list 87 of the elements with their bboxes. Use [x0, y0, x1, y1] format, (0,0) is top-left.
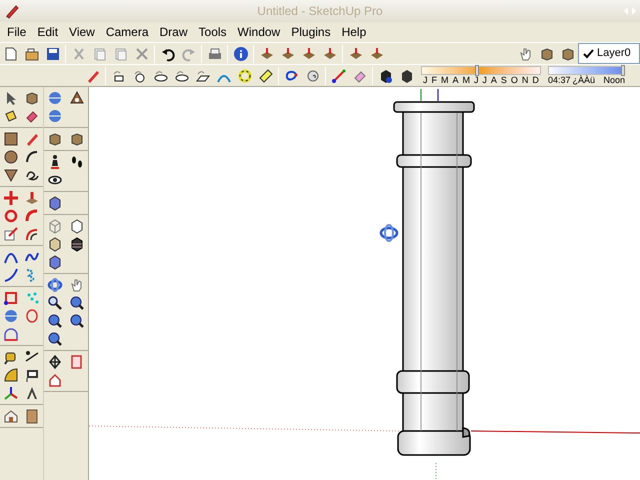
tag-icon[interactable]: [258, 68, 274, 84]
menu-item[interactable]: Tools: [194, 23, 232, 41]
rotate-icon[interactable]: [2, 208, 18, 224]
window-title: Untitled - SketchUp Pro: [257, 3, 383, 20]
date-slider[interactable]: [421, 66, 541, 74]
month-label: S: [500, 74, 507, 86]
scale-icon[interactable]: [2, 226, 18, 242]
month-label: A: [452, 74, 458, 86]
shape-icon[interactable]: [68, 90, 84, 106]
pencil-icon[interactable]: [24, 131, 40, 147]
menu-item[interactable]: File: [2, 23, 32, 41]
polygon-icon[interactable]: [2, 167, 18, 183]
menu-item[interactable]: Edit: [32, 23, 64, 41]
month-label: M: [462, 74, 470, 86]
circle-icon[interactable]: [2, 149, 18, 165]
push-pull-icon[interactable]: [24, 190, 40, 206]
protractor-icon[interactable]: [2, 367, 18, 383]
axes-icon[interactable]: [2, 385, 18, 401]
month-label: J: [482, 74, 487, 86]
box-arrow-icon[interactable]: [300, 46, 316, 62]
house-icon[interactable]: [2, 408, 18, 424]
offset-icon[interactable]: [24, 226, 40, 242]
month-label: J: [423, 74, 428, 86]
arch-icon[interactable]: [2, 326, 18, 342]
menu-item[interactable]: Help: [336, 23, 372, 41]
zoom-extents-icon[interactable]: [46, 313, 62, 329]
month-label: O: [510, 74, 518, 86]
cube-icon[interactable]: [46, 254, 62, 270]
print-icon[interactable]: [206, 46, 222, 62]
shaded-cube-icon[interactable]: [46, 236, 62, 252]
globe-icon[interactable]: [46, 90, 62, 106]
zoom-extents-icon[interactable]: [68, 313, 84, 329]
globe-icon[interactable]: [2, 308, 18, 324]
box-arrow-icon[interactable]: [368, 46, 384, 62]
menu-item[interactable]: Window: [232, 23, 286, 41]
hand-icon[interactable]: [518, 46, 534, 62]
zoom-extents-icon[interactable]: [46, 331, 62, 347]
time-slider[interactable]: [548, 66, 625, 74]
box-arrow-icon[interactable]: [258, 46, 274, 62]
zoom-icon[interactable]: [46, 295, 62, 311]
box-arrow-icon[interactable]: [280, 46, 296, 62]
text-label-icon[interactable]: [24, 367, 40, 383]
box-arrow-icon[interactable]: [322, 46, 338, 62]
menu-item[interactable]: Camera: [100, 23, 154, 41]
cube-icon[interactable]: [46, 195, 62, 211]
menu-item[interactable]: Plugins: [286, 23, 336, 41]
orbit-cursor-icon: [380, 224, 398, 242]
slider-thumb[interactable]: [475, 64, 480, 76]
line-icon[interactable]: [330, 68, 346, 84]
zoom-extents-icon[interactable]: [68, 295, 84, 311]
textured-cube-icon[interactable]: [68, 236, 84, 252]
month-label: A: [490, 74, 497, 86]
month-label: J: [474, 74, 478, 86]
arc-icon[interactable]: [24, 149, 40, 165]
follow-me-icon[interactable]: [24, 208, 40, 224]
new-file-icon[interactable]: [2, 46, 18, 62]
month-label: D: [532, 74, 539, 86]
paint-bucket-icon[interactable]: [2, 108, 18, 124]
move-icon[interactable]: [2, 190, 18, 206]
menu-item[interactable]: Draw: [154, 23, 193, 41]
hand-icon[interactable]: [68, 277, 84, 293]
solid-cube-icon[interactable]: [68, 218, 84, 234]
orbit-icon[interactable]: [46, 277, 62, 293]
layer-name: Layer0: [597, 46, 631, 62]
curve-icon[interactable]: [2, 267, 18, 283]
time-label: 04:37: [548, 74, 571, 86]
app-logo-icon: [4, 3, 20, 19]
axis-line: [420, 88, 422, 102]
box-arrow-icon[interactable]: [348, 46, 364, 62]
info-icon[interactable]: [232, 46, 248, 62]
globe-icon[interactable]: [46, 108, 62, 124]
menu-item[interactable]: View: [64, 23, 100, 41]
open-folder-icon[interactable]: [24, 46, 40, 62]
ring-icon[interactable]: [236, 68, 252, 84]
save-icon[interactable]: [44, 46, 60, 62]
month-label: F: [431, 74, 437, 86]
month-label: N: [522, 74, 528, 86]
frame-icon[interactable]: [2, 290, 18, 306]
rectangle-icon[interactable]: [2, 131, 18, 147]
layer-dropdown[interactable]: Layer0: [578, 43, 640, 64]
meridiem-label: ¿ÀÀü: [572, 74, 596, 86]
noon-label: Noon: [603, 74, 625, 86]
month-label: M: [440, 74, 448, 86]
oval-icon[interactable]: [24, 308, 40, 324]
house-outline-icon[interactable]: [46, 372, 62, 388]
slider-thumb[interactable]: [620, 64, 624, 76]
door-icon[interactable]: [24, 408, 40, 424]
